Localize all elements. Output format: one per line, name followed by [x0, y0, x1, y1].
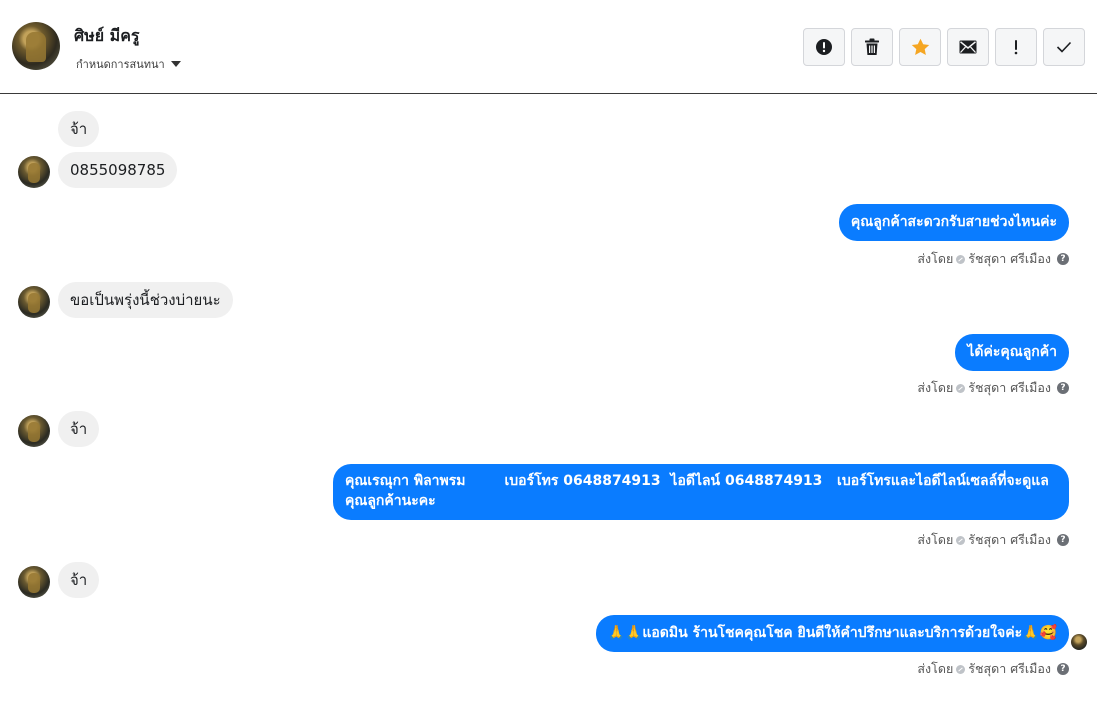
help-icon[interactable]: ?	[1057, 534, 1069, 546]
sender-status-icon	[956, 664, 966, 674]
follow-up-button[interactable]	[995, 28, 1037, 66]
sender-name: รัชสุดา ศรีเมือง	[968, 380, 1051, 395]
help-icon[interactable]: ?	[1057, 253, 1069, 265]
alert-circle-icon	[816, 39, 832, 55]
outgoing-message[interactable]: ได้ค่ะคุณลูกค้า	[955, 334, 1069, 371]
sent-by-label: ส่งโดย	[917, 380, 954, 395]
done-button[interactable]	[1043, 28, 1085, 66]
contact-avatar-small	[18, 156, 50, 188]
contact-avatar-small	[18, 566, 50, 598]
incoming-message[interactable]: ขอเป็นพรุ่งนี้ช่วงบ่ายนะ	[58, 282, 233, 318]
conversation-toolbar	[803, 28, 1085, 66]
incoming-message[interactable]: จ้า	[58, 411, 100, 447]
sender-status-icon	[956, 535, 966, 545]
seen-avatar	[1071, 634, 1087, 650]
sender-status-icon	[956, 254, 966, 264]
sent-by-info: ส่งโดย รัชสุดา ศรีเมือง ?	[917, 378, 1069, 398]
sent-by-info: ส่งโดย รัชสุดา ศรีเมือง ?	[917, 530, 1069, 550]
sent-by-info: ส่งโดย รัชสุดา ศรีเมือง ?	[917, 249, 1069, 269]
incoming-message[interactable]: 0855098785	[58, 152, 178, 188]
caret-down-icon	[170, 61, 181, 67]
outgoing-message[interactable]: 🙏🙏แอดมิน ร้านโชคคุณโชค ยินดีให้คำปรึกษาแ…	[595, 615, 1069, 652]
conversation-header: ศิษย์ มีครู กำหนดการสนทนา	[0, 0, 1097, 94]
sender-name: รัชสุดา ศรีเมือง	[968, 661, 1051, 676]
mail-button[interactable]	[947, 28, 989, 66]
star-icon	[911, 38, 929, 55]
message-line: คุณลูกค้านะคะ	[345, 493, 436, 509]
delete-button[interactable]	[851, 28, 893, 66]
contact-avatar-small	[18, 415, 50, 447]
sender-status-icon	[956, 383, 966, 393]
spam-button[interactable]	[803, 28, 845, 66]
contact-name[interactable]: ศิษย์ มีครู	[74, 24, 140, 49]
outgoing-message[interactable]: คุณลูกค้าสะดวกรับสายช่วงไหนค่ะ	[838, 204, 1069, 241]
help-icon[interactable]: ?	[1057, 663, 1069, 675]
sent-by-info: ส่งโดย รัชสุดา ศรีเมือง ?	[917, 659, 1069, 679]
incoming-message[interactable]: จ้า	[58, 562, 100, 598]
star-button[interactable]	[899, 28, 941, 66]
sender-name: รัชสุดา ศรีเมือง	[968, 532, 1051, 547]
sender-name: รัชสุดา ศรีเมือง	[968, 251, 1051, 266]
assign-conversation-dropdown[interactable]: กำหนดการสนทนา	[76, 55, 181, 73]
contact-avatar-small	[18, 286, 50, 318]
sent-by-label: ส่งโดย	[917, 532, 954, 547]
contact-avatar[interactable]	[12, 22, 60, 70]
message-line: คุณเรณุกา พิลาพรม เบอร์โทร 0648874913 ไอ…	[345, 473, 1049, 489]
outgoing-message[interactable]: คุณเรณุกา พิลาพรม เบอร์โทร 0648874913 ไอ…	[333, 464, 1069, 520]
envelope-icon	[959, 40, 977, 54]
assign-conversation-label: กำหนดการสนทนา	[76, 58, 165, 71]
help-icon[interactable]: ?	[1057, 382, 1069, 394]
sent-by-label: ส่งโดย	[917, 661, 954, 676]
exclamation-icon	[1014, 40, 1018, 55]
checkmark-icon	[1056, 41, 1072, 53]
sent-by-label: ส่งโดย	[917, 251, 954, 266]
incoming-message[interactable]: จ้า	[58, 111, 100, 147]
trash-icon	[865, 38, 879, 55]
